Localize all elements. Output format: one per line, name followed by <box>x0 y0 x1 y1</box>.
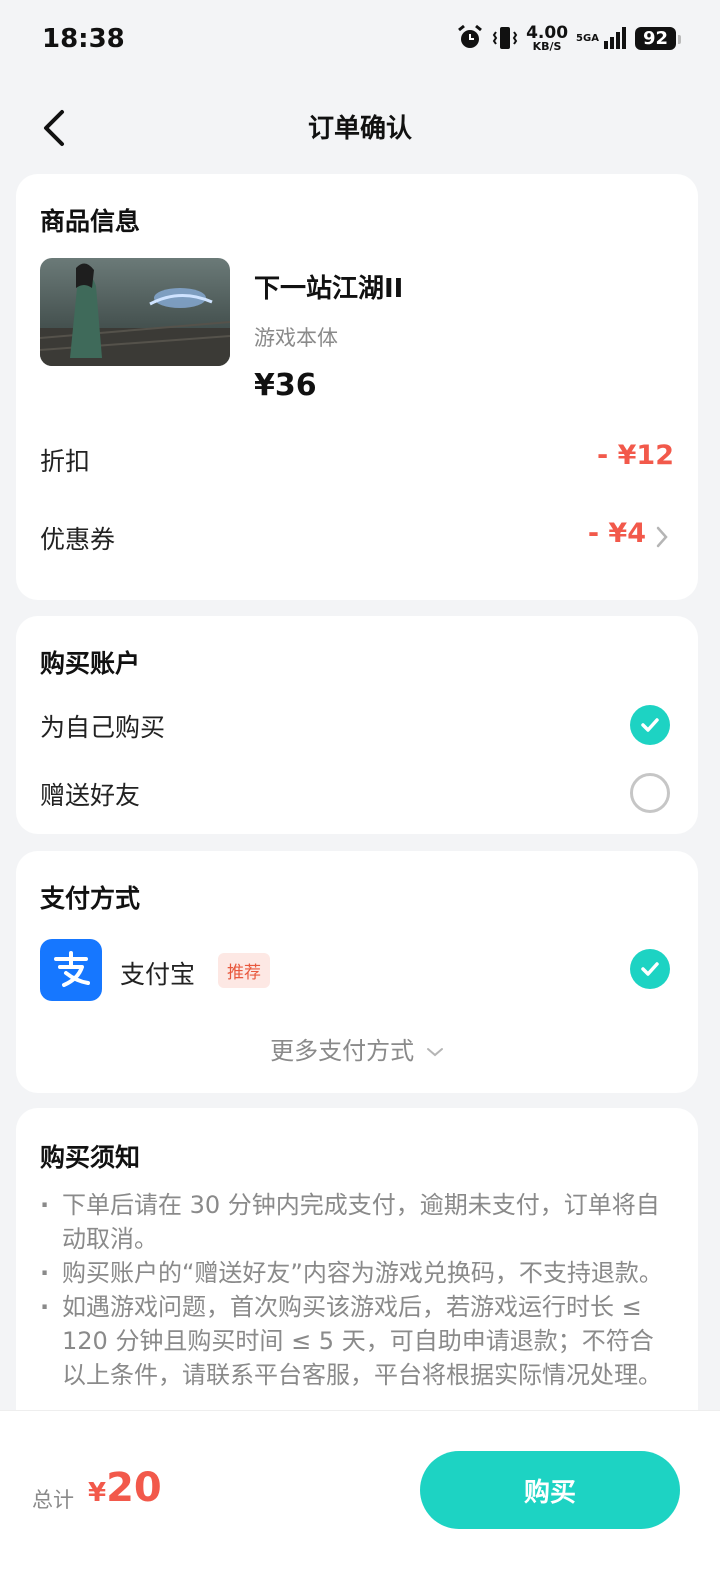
coupon-row[interactable]: 优惠券 - ¥4 <box>16 518 698 558</box>
coupon-value: - ¥4 <box>587 518 646 549</box>
alipay-icon <box>40 939 102 1001</box>
discount-label: 折扣 <box>40 447 91 476</box>
chevron-right-icon <box>656 526 668 552</box>
discount-value: - ¥12 <box>597 440 674 471</box>
account-section-title: 购买账户 <box>40 649 141 678</box>
page-title: 订单确认 <box>307 114 412 144</box>
product-type: 游戏本体 <box>254 326 338 350</box>
product-card: 商品信息 下一站江湖II 游戏本体 ¥36 折扣 - ¥12 优惠券 - ¥4 <box>16 174 698 600</box>
account-card: 购买账户 为自己购买 赠送好友 <box>16 616 698 834</box>
product-section-title: 商品信息 <box>40 207 141 236</box>
signal-icon <box>603 26 627 50</box>
currency-symbol: ¥ <box>88 1478 107 1508</box>
chevron-down-icon <box>426 1048 443 1057</box>
notice-item: 购买账户的“赠送好友”内容为游戏兑换码，不支持退款。 <box>40 1256 664 1290</box>
recommend-badge: 推荐 <box>218 953 270 988</box>
payment-method-name: 支付宝 <box>120 960 196 989</box>
checked-icon[interactable] <box>630 949 670 989</box>
nav-bar: 订单确认 <box>0 92 720 164</box>
battery-icon: 92 <box>634 26 682 50</box>
notice-list: 下单后请在 30 分钟内完成支付，逾期未支付，订单将自动取消。 购买账户的“赠送… <box>40 1188 664 1392</box>
option-buy-for-self[interactable]: 为自己购买 <box>16 700 698 750</box>
vibrate-icon <box>492 24 518 52</box>
option-gift-friend[interactable]: 赠送好友 <box>16 768 698 818</box>
notice-item: 下单后请在 30 分钟内完成支付，逾期未支付，订单将自动取消。 <box>40 1188 664 1256</box>
payment-section-title: 支付方式 <box>40 884 141 913</box>
bottom-bar: 总计 ¥20 购买 <box>0 1410 720 1584</box>
payment-card: 支付方式 支付宝 推荐 更多支付方式 <box>16 851 698 1093</box>
option-label: 为自己购买 <box>40 713 166 742</box>
notice-section-title: 购买须知 <box>40 1143 141 1172</box>
notice-item: 如遇游戏问题，首次购买该游戏后，若游戏运行时长 ≤ 120 分钟且购买时间 ≤ … <box>40 1290 664 1392</box>
unchecked-icon[interactable] <box>630 773 670 813</box>
alarm-icon <box>456 24 484 52</box>
total-amount: 20 <box>106 1465 162 1511</box>
total-price: ¥20 <box>88 1465 162 1511</box>
product-cover-image <box>40 258 230 366</box>
more-payment-methods-button[interactable]: 更多支付方式 <box>16 1031 698 1066</box>
coupon-label: 优惠券 <box>40 525 116 554</box>
product-name: 下一站江湖II <box>254 274 404 304</box>
option-label: 赠送好友 <box>40 781 141 810</box>
network-type: 5GA <box>576 32 599 44</box>
network-speed: 4.00 KB/S <box>526 22 569 53</box>
status-icons: 4.00 KB/S 5GA 92 <box>456 22 682 53</box>
more-payment-label: 更多支付方式 <box>270 1037 415 1065</box>
product-price: ¥36 <box>254 368 317 403</box>
status-bar: 18:38 4.00 KB/S 5GA 92 <box>0 0 720 84</box>
checked-icon[interactable] <box>630 705 670 745</box>
total-label: 总计 <box>32 1488 74 1512</box>
status-time: 18:38 <box>42 24 125 54</box>
buy-button[interactable]: 购买 <box>420 1451 680 1529</box>
